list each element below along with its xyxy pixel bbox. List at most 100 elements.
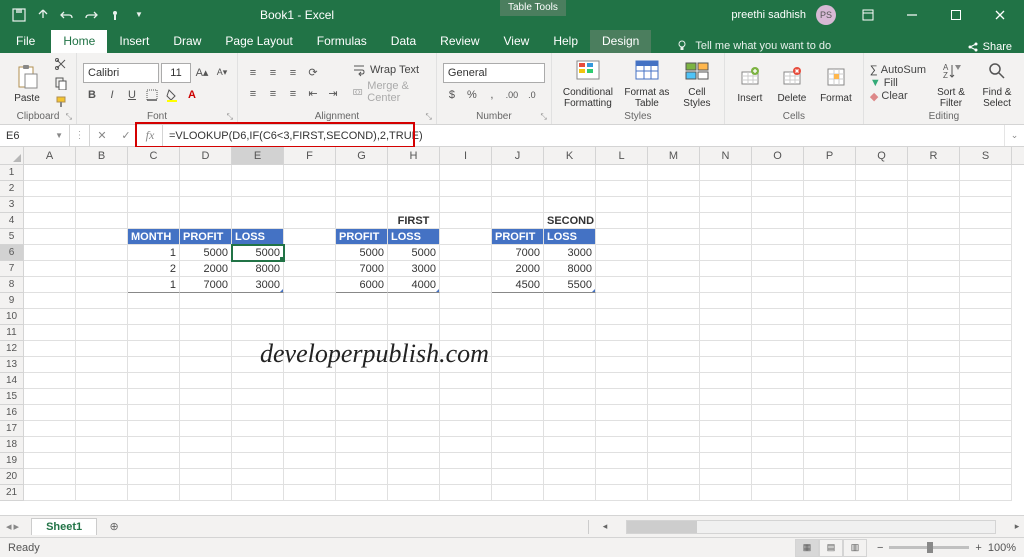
cell[interactable] [752, 229, 804, 245]
cell[interactable] [856, 245, 908, 261]
column-header[interactable]: C [128, 147, 180, 164]
maximize-icon[interactable] [936, 0, 976, 29]
cell[interactable] [492, 197, 544, 213]
cell[interactable] [804, 245, 856, 261]
cell[interactable] [24, 277, 76, 293]
zoom-in-icon[interactable]: + [975, 542, 981, 554]
cell[interactable] [804, 469, 856, 485]
cell[interactable] [336, 197, 388, 213]
cell[interactable] [76, 357, 128, 373]
cell[interactable] [648, 453, 700, 469]
cell[interactable]: 8000 [232, 261, 284, 277]
cell[interactable] [596, 357, 648, 373]
cell[interactable] [596, 325, 648, 341]
dialog-launcher-icon[interactable]: ⤡ [227, 112, 233, 122]
cell[interactable] [856, 485, 908, 501]
cell[interactable]: PROFIT [336, 229, 388, 245]
cell[interactable] [24, 325, 76, 341]
cell[interactable] [336, 389, 388, 405]
cell[interactable] [76, 421, 128, 437]
cell[interactable] [752, 373, 804, 389]
cell[interactable] [700, 229, 752, 245]
cell[interactable] [232, 181, 284, 197]
cell[interactable]: 4000 [388, 277, 440, 293]
cell[interactable] [752, 405, 804, 421]
cell[interactable] [440, 277, 492, 293]
cell[interactable] [232, 341, 284, 357]
cell[interactable] [388, 389, 440, 405]
cell[interactable] [648, 309, 700, 325]
cell[interactable] [440, 373, 492, 389]
row-header[interactable]: 5 [0, 229, 24, 245]
row-header[interactable]: 13 [0, 357, 24, 373]
comma-format-icon[interactable]: , [483, 86, 501, 104]
cell[interactable] [752, 421, 804, 437]
cell[interactable] [960, 229, 1012, 245]
cell[interactable] [804, 197, 856, 213]
cell[interactable] [388, 341, 440, 357]
cell[interactable] [700, 213, 752, 229]
cell[interactable] [492, 309, 544, 325]
cell[interactable] [544, 341, 596, 357]
sheet-tab-1[interactable]: Sheet1 [31, 518, 97, 535]
cell[interactable] [284, 341, 336, 357]
cell[interactable] [648, 245, 700, 261]
cell[interactable] [908, 309, 960, 325]
cell[interactable]: 3000 [544, 245, 596, 261]
cell[interactable] [336, 469, 388, 485]
chevron-down-icon[interactable]: ▼ [55, 131, 63, 140]
cell[interactable] [180, 405, 232, 421]
cell[interactable] [388, 437, 440, 453]
row-header[interactable]: 14 [0, 373, 24, 389]
cell[interactable] [492, 181, 544, 197]
cell[interactable] [24, 421, 76, 437]
cell[interactable] [284, 357, 336, 373]
tab-home[interactable]: Home [51, 30, 107, 53]
tab-file[interactable]: File [0, 30, 51, 53]
cell[interactable] [908, 197, 960, 213]
cell[interactable] [232, 325, 284, 341]
cell-styles-button[interactable]: Cell Styles [676, 55, 718, 111]
cell[interactable] [24, 341, 76, 357]
row-header[interactable]: 9 [0, 293, 24, 309]
cell[interactable] [856, 325, 908, 341]
cell[interactable] [336, 485, 388, 501]
cell[interactable] [648, 165, 700, 181]
cell[interactable]: 5000 [336, 245, 388, 261]
cell[interactable] [232, 197, 284, 213]
cell[interactable]: 6000 [336, 277, 388, 293]
cell[interactable] [24, 165, 76, 181]
cell[interactable] [804, 341, 856, 357]
cell[interactable] [232, 469, 284, 485]
cell[interactable] [752, 485, 804, 501]
cell[interactable] [648, 261, 700, 277]
cell[interactable] [804, 357, 856, 373]
cell[interactable] [76, 405, 128, 421]
cell[interactable]: 1 [128, 277, 180, 293]
normal-view-icon[interactable]: ▦ [795, 539, 819, 557]
cell[interactable] [596, 181, 648, 197]
cell[interactable] [960, 165, 1012, 181]
cell[interactable] [648, 437, 700, 453]
cell[interactable] [232, 293, 284, 309]
cell[interactable]: 3000 [232, 277, 284, 293]
cell[interactable] [596, 309, 648, 325]
column-header[interactable]: M [648, 147, 700, 164]
cell[interactable] [336, 437, 388, 453]
cell[interactable] [76, 245, 128, 261]
font-name-select[interactable]: Calibri [83, 63, 159, 83]
row-header[interactable]: 4 [0, 213, 24, 229]
cell[interactable] [24, 437, 76, 453]
cell[interactable] [336, 453, 388, 469]
cell[interactable] [180, 341, 232, 357]
cell[interactable]: 2 [128, 261, 180, 277]
cell[interactable] [856, 405, 908, 421]
cell[interactable]: 7000 [492, 245, 544, 261]
cell[interactable] [804, 437, 856, 453]
cell[interactable] [388, 165, 440, 181]
cell[interactable] [24, 245, 76, 261]
cell[interactable] [960, 437, 1012, 453]
cell[interactable] [76, 341, 128, 357]
cell[interactable] [596, 165, 648, 181]
decrease-decimal-icon[interactable]: .0 [523, 86, 541, 104]
